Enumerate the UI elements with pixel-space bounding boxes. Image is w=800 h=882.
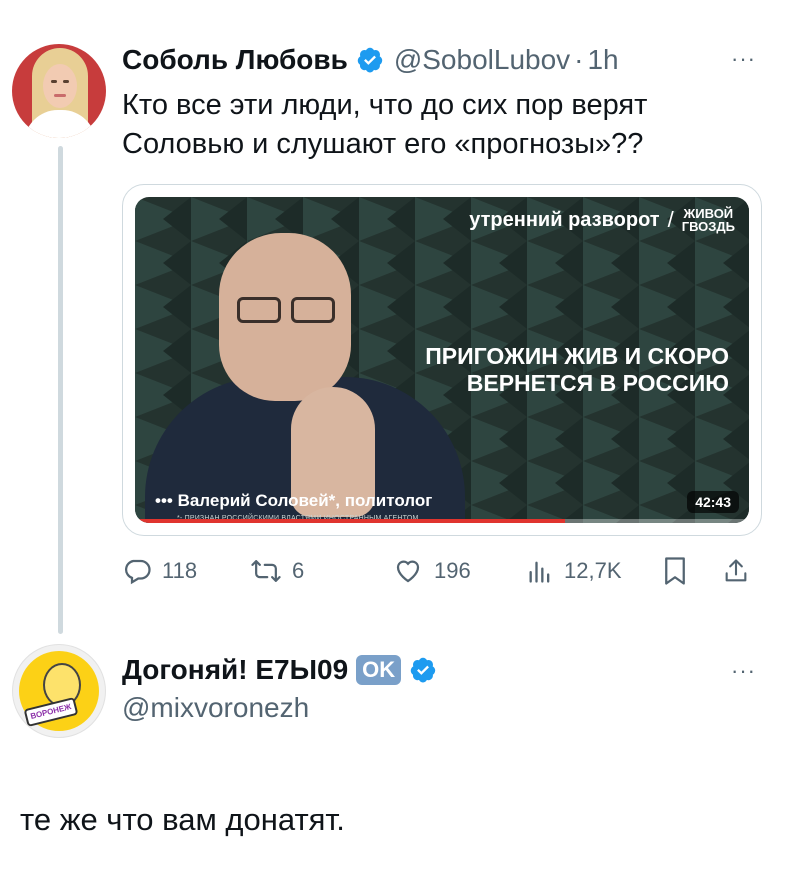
tweet-header: Соболь Любовь @SobolLubov · 1h <box>122 40 619 80</box>
video-progress-track[interactable] <box>135 519 749 523</box>
share-icon <box>725 559 747 582</box>
reply-author-handle[interactable]: @mixvoronezh <box>122 692 309 724</box>
video-headline: ПРИГОЖИН ЖИВ И СКОРО ВЕРНЕТСЯ В РОССИЮ <box>425 343 729 396</box>
thread-connector-line <box>58 146 63 634</box>
bookmark-icon <box>665 557 685 585</box>
ok-emoji-badge: OK <box>356 655 402 685</box>
reply-author-avatar[interactable]: ВОРОНЕЖ <box>12 644 106 738</box>
share-button[interactable] <box>722 556 750 586</box>
like-button[interactable]: 196 <box>392 556 471 586</box>
reply-author-name[interactable]: Догоняй! Е7Ы09 <box>122 654 348 686</box>
speaker-caption: ••• Валерий Соловей*, политолог <box>155 491 433 510</box>
verified-badge-icon <box>410 657 436 683</box>
video-duration: 42:43 <box>687 491 739 513</box>
video-player[interactable]: утренний разворот / ЖИВОЙ ГВОЗДЬ ПРИГОЖИ… <box>135 197 749 523</box>
reply-icon <box>125 559 151 585</box>
separator-dot: · <box>574 44 584 75</box>
reply-button[interactable]: 118 <box>122 556 197 586</box>
show-title: утренний разворот <box>469 208 660 231</box>
channel-logo-line2: ГВОЗДЬ <box>681 219 735 234</box>
video-progress-fill <box>135 519 565 523</box>
reply-more-options-icon[interactable]: ··· <box>731 660 756 682</box>
author-avatar[interactable] <box>12 44 106 138</box>
bookmark-button[interactable] <box>662 556 688 586</box>
show-slash: / <box>667 207 674 232</box>
more-options-icon[interactable]: ··· <box>731 48 756 70</box>
retweet-button[interactable]: 6 <box>250 556 304 586</box>
author-handle[interactable]: @SobolLubov <box>394 44 570 76</box>
reply-count: 118 <box>162 558 198 583</box>
speaker-head <box>219 233 351 401</box>
tweet-actions: 118 6 196 12,7K <box>122 556 762 596</box>
verified-badge-icon <box>357 47 383 73</box>
author-name[interactable]: Соболь Любовь <box>122 44 348 76</box>
channel-logo: ЖИВОЙ ГВОЗДЬ <box>682 207 735 233</box>
video-card[interactable]: утренний разворот / ЖИВОЙ ГВОЗДЬ ПРИГОЖИ… <box>122 184 762 536</box>
reply-header: Догоняй! Е7Ы09 OK <box>122 650 437 690</box>
retweet-count: 6 <box>292 558 305 583</box>
retweet-icon <box>251 560 281 582</box>
reply-text: те же что вам донатят. <box>20 802 345 837</box>
heart-icon <box>396 560 420 583</box>
tweet-text: Кто все эти люди, что до сих пор верят С… <box>122 89 648 160</box>
show-label: утренний разворот / ЖИВОЙ ГВОЗДЬ <box>469 207 735 233</box>
views-bar-chart-icon <box>529 561 550 583</box>
view-count: 12,7K <box>564 558 622 583</box>
views-button[interactable]: 12,7K <box>526 556 622 586</box>
like-count: 196 <box>434 558 471 583</box>
tweet-timestamp[interactable]: 1h <box>587 44 618 76</box>
